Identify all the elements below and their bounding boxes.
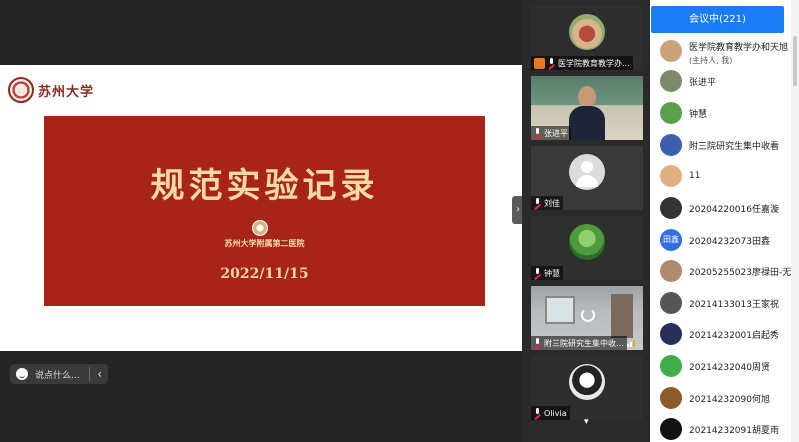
default-avatar-icon [569,154,605,190]
participant-video [569,86,605,140]
participant-item[interactable]: 医学院教育教学办和天旭 (主持人, 我) [660,37,795,65]
participant-name: 附三院研究生集中收看 [689,141,780,152]
avatar [569,224,605,260]
avatar [660,292,682,314]
avatar [660,323,682,345]
participants-header[interactable]: 会议中(221) [651,6,784,33]
participant-role: (主持人, 我) [689,56,733,65]
slide-title: 规范实验记录 [150,166,379,206]
mic-muted-icon [534,198,541,208]
video-strip: 医学院教育教学办... 张进平 刘佳 钟慧 附三院研究生集中收... Olivi… [522,0,650,442]
host-badge-icon [534,57,545,69]
mic-muted-icon [534,338,541,348]
participant-name: 20214232040周贤 [689,362,770,373]
video-tile[interactable]: 医学院教育教学办... [531,6,643,70]
participant-item[interactable]: 张进平 [660,68,795,94]
participant-name: 20214133013王家祝 [689,299,779,310]
avatar [660,418,682,440]
tile-name: 张进平 [544,128,568,138]
chevron-down-icon[interactable]: ▾ [584,417,589,427]
slide-date: 2022/11/15 [220,266,309,282]
participant-name: 张进平 [689,77,717,88]
participant-item[interactable]: 20214232001启起秀 [660,321,795,347]
smile-icon[interactable] [16,368,28,380]
avatar [660,197,682,219]
tile-name: 医学院教育教学办... [558,58,630,68]
participant-name: 20204220016任嘉漩 [689,204,779,215]
signal-strength-icon [627,339,637,347]
mic-muted-icon [534,408,541,418]
divider [89,367,91,381]
participant-name: 20204232073田鑫 [689,236,770,247]
participant-name: 20214232090何旭 [689,394,770,405]
participant-item[interactable]: 20214232090何旭 [660,385,795,411]
video-tile[interactable]: Olivia [531,356,643,420]
chevron-left-icon[interactable]: ‹ [97,368,102,380]
shared-screen-area: 苏州大学 规范实验记录 苏州大学附属第二医院 2022/11/15 说点什么..… [0,0,522,442]
mic-muted-icon [548,58,555,68]
tile-caption: 钟慧 [531,266,563,280]
college-name: 苏州大学附属第二医院 [224,238,305,248]
avatar [660,102,682,124]
mic-muted-icon [534,268,541,278]
mic-muted-icon [534,128,541,138]
participant-item[interactable]: 田鑫 20204232073田鑫 [660,227,795,253]
avatar [660,134,682,156]
video-tile[interactable]: 张进平 [531,76,643,140]
avatar [660,355,682,377]
participants-panel: 会议中(221) 医学院教育教学办和天旭 (主持人, 我) 张进平钟慧附三院研究生集… [650,0,799,442]
participant-item[interactable]: 20205255023廖禄田-无锡九 [660,258,795,284]
chat-input-bar[interactable]: 说点什么... ‹ [10,364,108,384]
participant-name: 钟慧 [689,109,708,120]
avatar [569,364,605,400]
participant-name: 20214232001启起秀 [689,330,779,341]
avatar [660,260,682,282]
presentation-slide: 苏州大学 规范实验记录 苏州大学附属第二医院 2022/11/15 [0,65,522,351]
avatar [660,40,682,62]
loading-spinner-icon [581,308,595,322]
participant-video [545,296,575,324]
tile-caption: 医学院教育教学办... [531,56,633,70]
tile-caption: 张进平 [531,126,571,140]
chat-placeholder[interactable]: 说点什么... [35,368,82,381]
participant-item[interactable]: 11 [660,163,795,189]
avatar [660,165,682,187]
tile-name: 附三院研究生集中收... [544,338,624,348]
tile-name: Olivia [544,408,567,418]
participant-item[interactable]: 钟慧 [660,100,795,126]
avatar: 田鑫 [660,229,682,251]
avatar [660,70,682,92]
university-logo: 苏州大学 [8,75,96,105]
tile-caption: 附三院研究生集中收... [531,336,627,350]
scrollbar[interactable] [791,0,799,442]
video-tile[interactable]: 钟慧 [531,216,643,280]
participant-item[interactable]: 20214232091胡夏雨 [660,416,795,442]
tile-name: 刘佳 [544,198,560,208]
participant-name: 医学院教育教学办和天旭 [689,43,789,53]
participant-name: 20205255023廖禄田-无锡九 [689,267,795,278]
participant-name: 11 [689,171,701,181]
participant-item[interactable]: 附三院研究生集中收看 [660,132,795,158]
participant-item[interactable]: 20214232040周贤 [660,353,795,379]
participant-name: 20214232091胡夏雨 [689,425,779,436]
participant-item[interactable]: 20204220016任嘉漩 [660,195,795,221]
tile-caption: Olivia [531,406,570,420]
tile-caption: 刘佳 [531,196,563,210]
avatar [569,14,605,50]
slide-title-panel: 规范实验记录 苏州大学附属第二医院 2022/11/15 [44,116,485,306]
video-tile[interactable]: 附三院研究生集中收... [531,286,643,350]
video-tile[interactable]: 刘佳 [531,146,643,210]
university-seal-icon [8,77,34,103]
participant-item[interactable]: 20214133013王家祝 [660,290,795,316]
tile-name: 钟慧 [544,268,560,278]
college-seal-icon [252,220,268,236]
avatar [660,387,682,409]
university-name: 苏州大学 [38,84,95,100]
